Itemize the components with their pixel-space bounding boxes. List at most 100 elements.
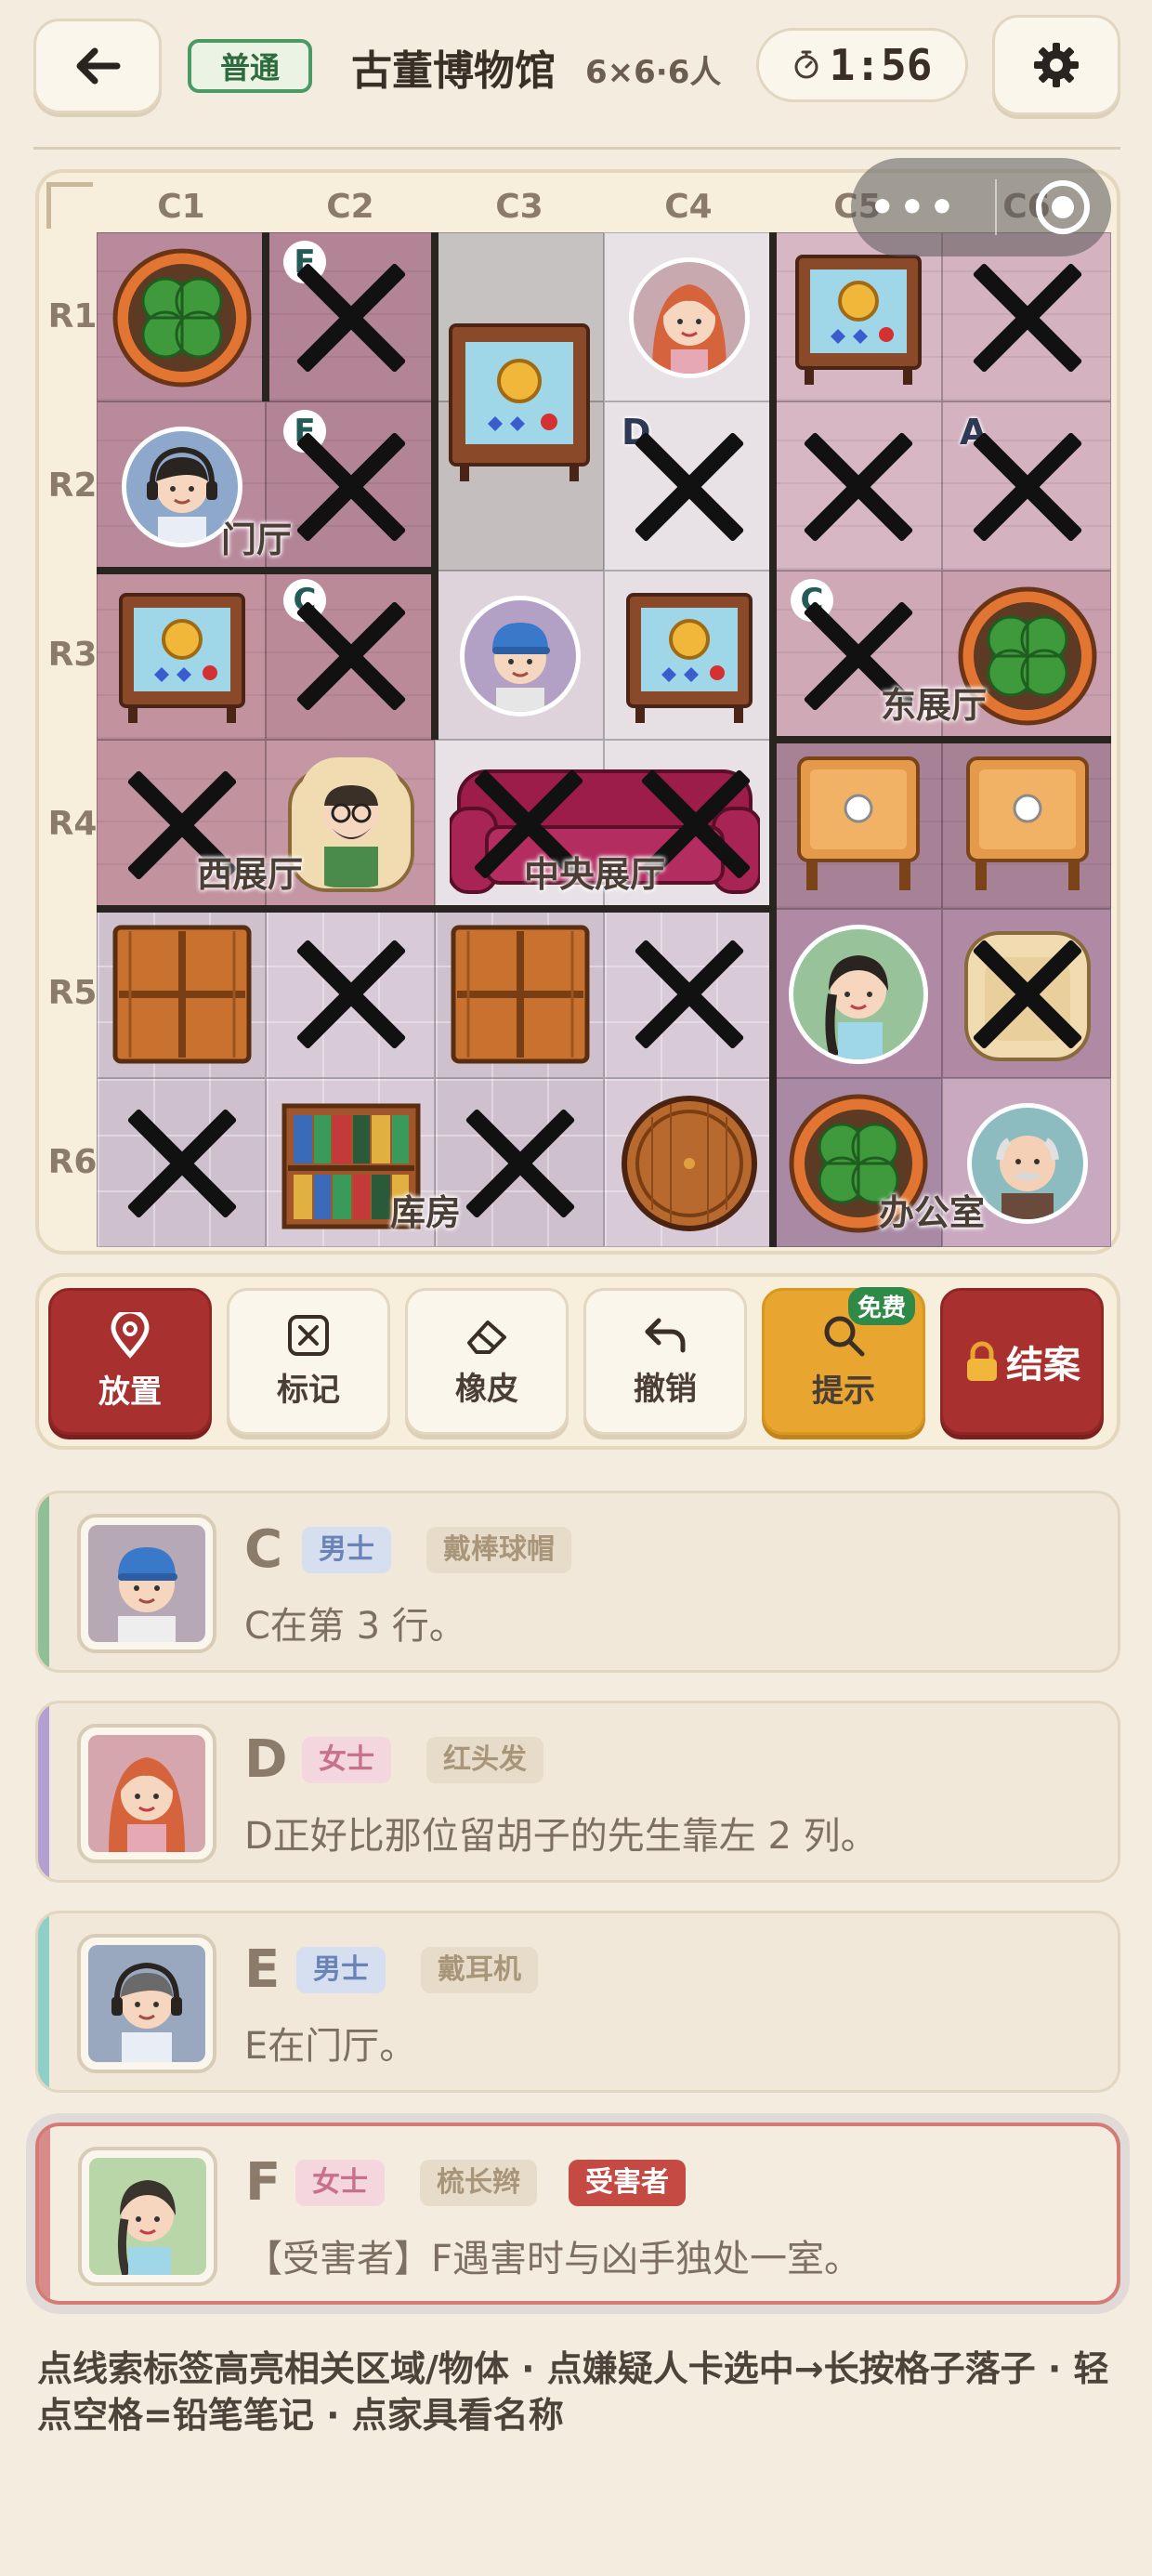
col-label-c4: C4 (664, 188, 713, 226)
cell-r5c6[interactable] (942, 909, 1111, 1078)
board-corner-mark (46, 182, 93, 229)
cell-r1c4[interactable] (604, 232, 773, 401)
col-label-c1: C1 (157, 188, 205, 226)
display-case-icon (626, 593, 753, 723)
instructions-text: 点线索标签高亮相关区域/物体 · 点嫌疑人卡选中→长按格子落子 · 轻点空格=铅… (37, 2348, 1109, 2436)
location-pin-icon (111, 1311, 150, 1359)
room-wall (773, 736, 1111, 743)
display-case-icon (795, 255, 922, 385)
gender-tag[interactable]: 男士 (296, 1947, 386, 1993)
cell-r5c5[interactable] (773, 909, 942, 1078)
room-label-east-hall: 东展厅 (881, 685, 988, 726)
gender-tag[interactable]: 女士 (302, 1737, 391, 1783)
cell-r3c4[interactable] (604, 571, 773, 740)
row-label-r2: R2 (47, 467, 98, 505)
timer: 1:56 (756, 28, 968, 102)
cap-man-icon (88, 1525, 205, 1642)
close-case-button[interactable]: 结案 (940, 1288, 1104, 1435)
card-stripe (39, 2126, 50, 2301)
cell-r1c2[interactable]: E (266, 232, 435, 401)
target-close-icon[interactable] (1033, 177, 1093, 237)
more-dots-icon[interactable]: ••• (870, 184, 959, 231)
wooden-crate-icon (112, 925, 252, 1064)
undo-button[interactable]: 撤销 (583, 1288, 747, 1435)
top-bar: 普通 古董博物馆 6×6·6人 1:56 (0, 0, 1152, 139)
wooden-crate-icon (451, 925, 590, 1064)
display-case-icon (449, 323, 590, 481)
clue-text: 【受害者】F遇害时与凶手独处一室。 (245, 2238, 862, 2280)
gender-tag[interactable]: 男士 (302, 1527, 391, 1573)
row-label-r6: R6 (47, 1143, 98, 1181)
cross-mark (967, 427, 1088, 547)
cell-r3c1[interactable] (97, 571, 266, 740)
clue-card-c[interactable]: C 男士 戴棒球帽 C在第 3 行。 (35, 1491, 1120, 1673)
eraser-icon (467, 1320, 506, 1354)
cell-r3c3[interactable] (435, 571, 604, 740)
cross-mark (460, 1103, 581, 1224)
barrel-icon (622, 1096, 757, 1231)
cross-mark (291, 596, 412, 716)
cell-r6c1[interactable] (97, 1078, 266, 1247)
avatar-c (460, 596, 581, 716)
card-stripe (38, 1493, 49, 1670)
attribute-tag[interactable]: 梳长辫 (420, 2160, 537, 2206)
room-label-west-hall: 西展厅 (197, 854, 304, 895)
cell-r1c1[interactable] (97, 232, 266, 401)
attribute-tag[interactable]: 戴耳机 (421, 1947, 538, 1993)
cell-r5c1[interactable] (97, 909, 266, 1078)
clue-card-f[interactable]: F 女士 梳长辫 受害者 【受害者】F遇害时与凶手独处一室。 (35, 2123, 1120, 2305)
difficulty-badge: 普通 (188, 39, 312, 93)
mark-label: 标记 (277, 1371, 340, 1409)
cell-r1c6[interactable] (942, 232, 1111, 401)
hint-button[interactable]: 免费 提示 (762, 1287, 925, 1435)
cell-r2c6[interactable]: A (942, 401, 1111, 571)
cell-r2c4[interactable]: D (604, 401, 773, 571)
back-button[interactable] (33, 19, 162, 113)
gear-icon (1034, 43, 1079, 87)
avatar-old-man (967, 1103, 1088, 1224)
attribute-tag[interactable]: 红头发 (426, 1737, 543, 1783)
settings-button[interactable] (992, 15, 1120, 115)
hint-label: 提示 (812, 1372, 875, 1410)
gender-tag[interactable]: 女士 (295, 2160, 385, 2206)
row-label-r1: R1 (47, 297, 98, 335)
cell-r4c5[interactable] (773, 740, 942, 909)
cell-r5c2[interactable] (266, 909, 435, 1078)
avatar-bearded-man (300, 757, 402, 887)
victim-tag[interactable]: 受害者 (569, 2160, 686, 2206)
cell-r6c4[interactable] (604, 1078, 773, 1247)
cell-r4c6[interactable] (942, 740, 1111, 909)
lock-icon (967, 1341, 997, 1381)
col-label-c2: C2 (326, 188, 374, 226)
portrait-c (77, 1514, 216, 1653)
portrait-f (78, 2147, 217, 2286)
braid-woman-icon (825, 955, 888, 1059)
place-button[interactable]: 放置 (48, 1288, 212, 1435)
card-stripe (38, 1703, 49, 1880)
clue-card-e[interactable]: E 男士 戴耳机 E在门厅。 (35, 1911, 1120, 2093)
cell-r2c5[interactable] (773, 401, 942, 571)
cell-r5c4[interactable] (604, 909, 773, 1078)
display-case-icon (119, 593, 245, 723)
suspect-letter: E (244, 1939, 281, 2000)
stopwatch-icon (794, 50, 818, 79)
room-label-center-hall: 中央展厅 (524, 854, 666, 895)
cell-r1c5[interactable] (773, 232, 942, 401)
clue-text: E在门厅。 (244, 2025, 417, 2068)
avatar-d (629, 257, 750, 378)
capsule-divider (995, 179, 998, 235)
cell-r3c2[interactable]: C (266, 571, 435, 740)
page-title: 古董博物馆 (351, 47, 556, 95)
close-case-label: 结案 (1006, 1344, 1080, 1387)
board-grid: E E D A C C 门厅 东展厅 西展厅 中央展厅 库房 办公室 (97, 232, 1111, 1247)
mark-button[interactable]: 标记 (227, 1288, 390, 1435)
cross-mark (967, 257, 1088, 378)
cell-r5c3[interactable] (435, 909, 604, 1078)
portrait-e (77, 1934, 216, 2073)
bearded-man-icon (323, 785, 379, 887)
clue-card-d[interactable]: D 女士 红头发 D正好比那位留胡子的先生靠左 2 列。 (35, 1701, 1120, 1883)
eraser-button[interactable]: 橡皮 (405, 1288, 569, 1435)
clue-text: D正好比那位留胡子的先生靠左 2 列。 (244, 1815, 878, 1858)
attribute-tag[interactable]: 戴棒球帽 (426, 1527, 571, 1573)
cross-mark (629, 427, 750, 547)
